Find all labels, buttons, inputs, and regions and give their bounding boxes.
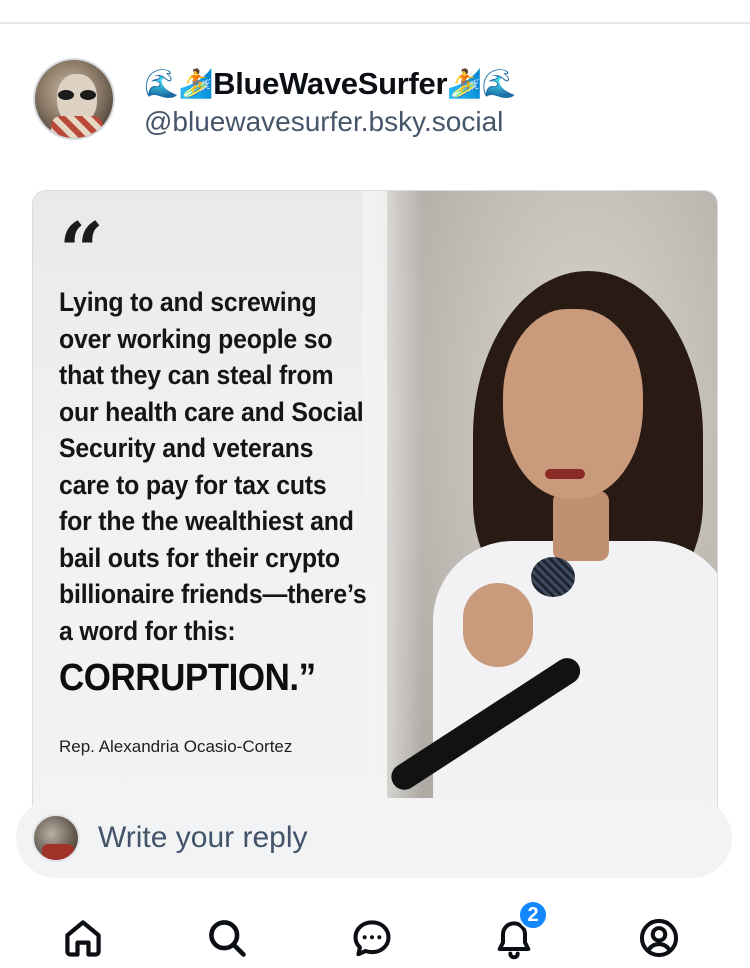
quote-line: that they can steal from xyxy=(59,360,334,390)
quote-line: billionaire friends—there’s xyxy=(59,579,367,609)
post-thread-page: 🌊🏄 BlueWaveSurfer 🏄🌊 @bluewavesurfer.bsk… xyxy=(0,0,750,968)
reply-placeholder[interactable]: Write your reply xyxy=(98,821,308,855)
quote-line: Security and veterans xyxy=(59,433,314,463)
quote-emphasis: CORRUPTION.” xyxy=(59,657,316,699)
quote-line: for the the wealthiest and xyxy=(59,506,354,536)
post-image[interactable]: “ Lying to and screwing over working peo… xyxy=(32,190,718,830)
quote-line: a word for this: xyxy=(59,615,236,646)
nav-home[interactable] xyxy=(59,914,107,962)
search-icon xyxy=(209,920,246,957)
quote-line: our health care and Social xyxy=(59,396,364,427)
profile-icon xyxy=(639,918,679,958)
author-avatar[interactable] xyxy=(33,58,115,140)
quote-mark: “ xyxy=(59,206,104,297)
post-author: 🌊🏄 BlueWaveSurfer 🏄🌊 @bluewavesurfer.bsk… xyxy=(33,58,517,140)
author-display-name[interactable]: 🌊🏄 BlueWaveSurfer 🏄🌊 xyxy=(144,65,517,103)
surfer-wave-emoji: 🏄🌊 xyxy=(447,67,517,100)
nav-chat[interactable] xyxy=(348,914,396,962)
wave-surfer-emoji: 🌊🏄 xyxy=(144,67,214,100)
author-text: 🌊🏄 BlueWaveSurfer 🏄🌊 @bluewavesurfer.bsk… xyxy=(144,65,517,139)
chat-icon xyxy=(353,920,391,957)
notification-badge: 2 xyxy=(518,900,548,930)
divider xyxy=(0,22,750,24)
quote-line: bail outs for their crypto xyxy=(59,542,340,573)
quote-line: care to pay for tax cuts xyxy=(59,469,327,500)
current-user-avatar xyxy=(32,814,80,862)
quote-line: Lying to and screwing xyxy=(59,287,317,317)
author-handle[interactable]: @bluewavesurfer.bsky.social xyxy=(144,105,516,139)
nav-notifications[interactable]: 2 xyxy=(490,900,548,962)
author-name-label: BlueWaveSurfer xyxy=(213,66,448,101)
bottom-nav: 2 xyxy=(0,896,750,968)
quote-text: Lying to and screwing over working peopl… xyxy=(59,284,390,649)
quote-attribution: Rep. Alexandria Ocasio-Cortez xyxy=(59,737,293,756)
nav-search[interactable] xyxy=(203,914,251,962)
nav-profile[interactable] xyxy=(635,914,683,962)
reply-composer[interactable]: Write your reply xyxy=(16,798,732,878)
home-icon xyxy=(65,920,101,957)
photo-subject xyxy=(386,271,717,829)
quote-line: over working people so xyxy=(59,323,333,354)
